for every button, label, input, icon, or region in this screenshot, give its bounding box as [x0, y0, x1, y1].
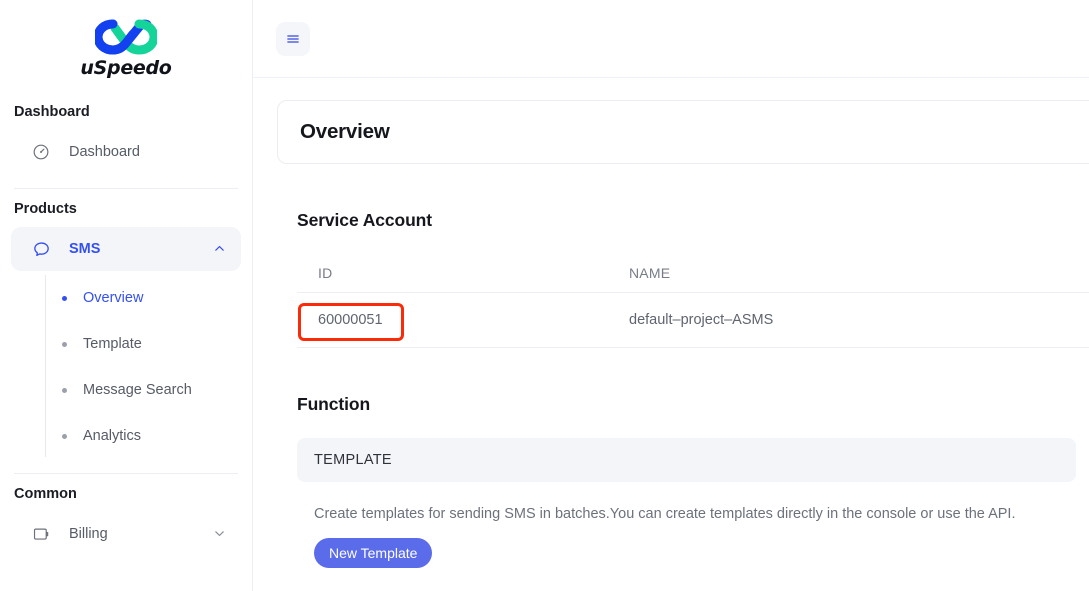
- sidebar-divider-2: [14, 473, 238, 474]
- template-card-description: Create templates for sending SMS in batc…: [314, 506, 1016, 522]
- main-area: Overview Service Account ID NAME 6000005…: [253, 0, 1089, 591]
- page-title: Overview: [300, 120, 390, 143]
- section-title-common: Common: [14, 486, 77, 502]
- top-bar: [253, 0, 1089, 78]
- brand-name: uSpeedo: [80, 56, 172, 79]
- sidebar-subitem-label: Analytics: [83, 428, 142, 444]
- sidebar-item-dashboard[interactable]: Dashboard: [11, 130, 241, 174]
- sidebar-divider-1: [14, 188, 238, 189]
- sidebar-subitem-label: Overview: [83, 290, 144, 306]
- page-content: Overview Service Account ID NAME 6000005…: [253, 78, 1089, 568]
- sidebar-subitem-label: Template: [83, 336, 142, 352]
- column-header-name: NAME: [629, 264, 671, 281]
- page-title-card: Overview: [277, 100, 1089, 164]
- function-template-card: TEMPLATE Create templates for sending SM…: [297, 438, 1076, 568]
- section-title-products: Products: [14, 201, 77, 217]
- sidebar-submenu-sms: Overview Template Message Search Analyti…: [0, 275, 252, 459]
- service-account-table: ID NAME 60000051 default–project–ASMS: [297, 253, 1089, 348]
- template-card-caption: TEMPLATE: [314, 452, 392, 468]
- sidebar-item-billing[interactable]: Billing: [11, 512, 241, 556]
- service-account-heading: Service Account: [297, 210, 432, 230]
- chat-bubble-icon: [31, 239, 51, 259]
- sidebar-item-sms[interactable]: SMS: [11, 227, 241, 271]
- brand-logo[interactable]: uSpeedo: [0, 0, 252, 92]
- new-template-button[interactable]: New Template: [314, 538, 433, 568]
- sidebar-item-label: Billing: [69, 526, 108, 542]
- section-title-dashboard: Dashboard: [14, 104, 90, 120]
- table-row[interactable]: 60000051 default–project–ASMS: [297, 293, 1089, 348]
- chevron-up-icon[interactable]: [213, 242, 227, 256]
- cell-id: 60000051: [318, 312, 383, 328]
- chevron-down-icon[interactable]: [213, 527, 227, 541]
- app-root: uSpeedo Dashboard Dashboard Products SMS: [0, 0, 1089, 591]
- sidebar-item-label: SMS: [69, 241, 101, 257]
- bullet-icon: [62, 341, 67, 347]
- bullet-icon: [62, 295, 67, 301]
- sidebar-item-message-search[interactable]: Message Search: [45, 367, 252, 413]
- hamburger-menu-icon[interactable]: [276, 21, 310, 56]
- sidebar-item-template[interactable]: Template: [45, 321, 252, 367]
- uspeedo-logo-icon: [95, 19, 157, 55]
- bullet-icon: [62, 387, 67, 393]
- column-header-id: ID: [318, 264, 333, 281]
- cell-name: default–project–ASMS: [629, 312, 774, 328]
- sidebar-item-analytics[interactable]: Analytics: [45, 413, 252, 459]
- sidebar: uSpeedo Dashboard Dashboard Products SMS: [0, 0, 253, 591]
- bullet-icon: [62, 433, 67, 439]
- sidebar-item-overview[interactable]: Overview: [45, 275, 252, 321]
- wallet-icon: [31, 524, 51, 544]
- template-card-header: TEMPLATE: [297, 438, 1076, 482]
- sidebar-item-label: Dashboard: [69, 144, 140, 160]
- table-header-row: ID NAME: [297, 253, 1089, 293]
- service-account-section: Service Account ID NAME 60000051 default…: [277, 210, 1089, 568]
- function-heading: Function: [297, 394, 371, 414]
- sidebar-subitem-label: Message Search: [83, 382, 192, 398]
- speedometer-icon: [31, 142, 51, 162]
